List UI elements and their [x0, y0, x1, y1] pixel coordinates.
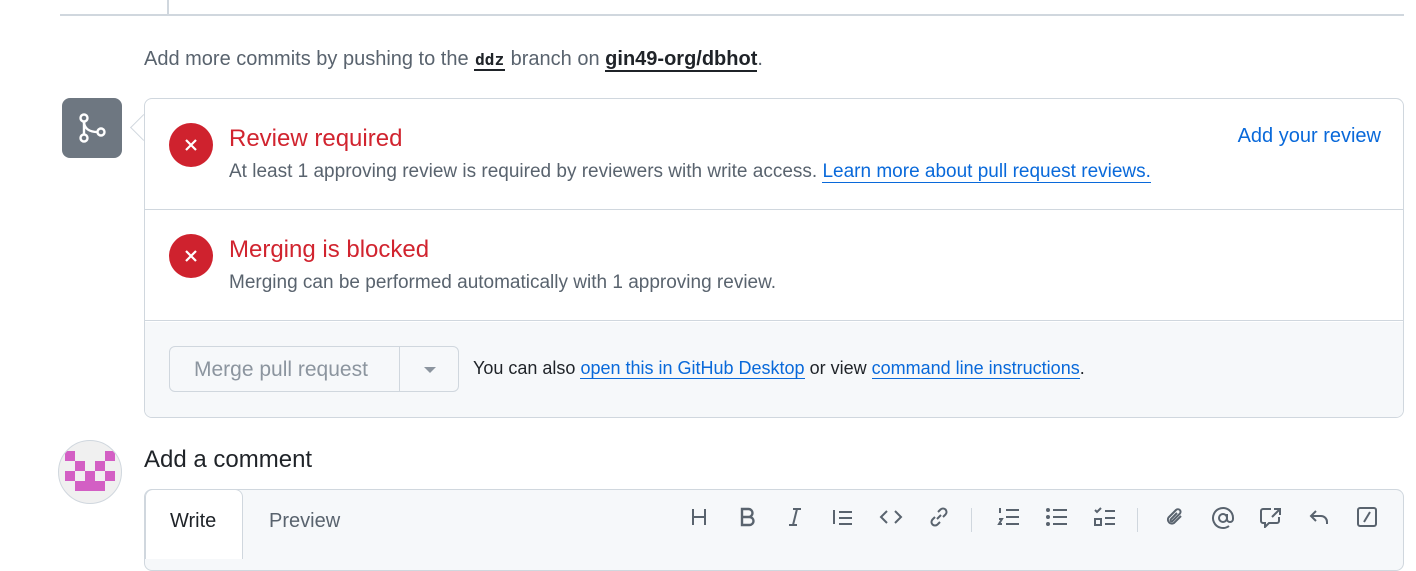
attach-icon[interactable] — [1161, 506, 1189, 534]
italic-icon[interactable] — [781, 506, 809, 534]
branch-name: ddz — [474, 50, 506, 71]
x-circle-icon — [169, 234, 213, 278]
command-line-link[interactable]: command line instructions — [871, 358, 1080, 379]
bold-icon[interactable] — [733, 506, 761, 534]
repo-link[interactable]: gin49-org/dbhot — [605, 48, 758, 72]
review-desc-text: At least 1 approving review is required … — [229, 161, 818, 182]
review-required-desc: At least 1 approving review is required … — [229, 161, 1151, 183]
add-comment-title: Add a comment — [144, 446, 313, 473]
avatar[interactable] — [58, 440, 122, 504]
git-merge-icon — [62, 98, 122, 158]
toolbar-divider — [971, 508, 972, 532]
link-icon[interactable] — [925, 506, 953, 534]
x-circle-icon — [169, 123, 213, 167]
add-review-link[interactable]: Add your review — [1238, 125, 1381, 148]
github-desktop-link[interactable]: open this in GitHub Desktop — [580, 358, 805, 379]
tab-write[interactable]: Write — [145, 489, 243, 559]
learn-more-link[interactable]: Learn more about pull request reviews. — [822, 161, 1151, 183]
period-text: . — [1079, 358, 1085, 378]
tab-preview[interactable]: Preview — [269, 510, 340, 533]
push-hint: Add more commits by pushing to the ddz b… — [144, 44, 763, 75]
unordered-list-icon[interactable] — [1043, 506, 1071, 534]
review-required-title: Review required — [229, 125, 403, 152]
identicon-icon — [65, 451, 115, 491]
chevron-down-icon[interactable] — [424, 367, 436, 373]
button-divider — [399, 347, 400, 391]
comment-editor: Write Preview — [144, 489, 1404, 571]
hint-suffix: . — [757, 48, 763, 70]
merge-pull-request-button[interactable]: Merge pull request — [169, 346, 459, 392]
merge-footer: Merge pull request You can also open thi… — [145, 322, 1403, 417]
merge-blocked-title: Merging is blocked — [229, 236, 430, 263]
hint-text: branch on — [510, 48, 600, 70]
timeline-connector — [167, 0, 169, 15]
tab-write-label: Write — [170, 510, 217, 532]
slash-command-icon[interactable] — [1353, 506, 1381, 534]
merge-box: Review required At least 1 approving rev… — [144, 98, 1404, 418]
merge-button-label: Merge pull request — [194, 358, 368, 381]
mention-icon[interactable] — [1209, 506, 1237, 534]
merge-blocked-section: Merging is blocked Merging can be perfor… — [145, 210, 1403, 321]
ordered-list-icon[interactable] — [995, 506, 1023, 534]
merge-alternatives: You can also open this in GitHub Desktop… — [473, 358, 1085, 379]
code-icon[interactable] — [877, 506, 905, 534]
quote-icon[interactable] — [829, 506, 857, 534]
heading-icon[interactable] — [685, 506, 713, 534]
hint-text: Add more commits by pushing to the — [144, 48, 469, 70]
task-list-icon[interactable] — [1091, 506, 1119, 534]
toolbar-divider — [1137, 508, 1138, 532]
timeline-divider — [60, 14, 1404, 16]
also-text: You can also — [473, 358, 576, 378]
reply-icon[interactable] — [1305, 506, 1333, 534]
or-view-text: or view — [809, 358, 867, 378]
review-required-section: Review required At least 1 approving rev… — [145, 99, 1403, 210]
merge-blocked-desc: Merging can be performed automatically w… — [229, 272, 777, 293]
reference-icon[interactable] — [1257, 506, 1285, 534]
